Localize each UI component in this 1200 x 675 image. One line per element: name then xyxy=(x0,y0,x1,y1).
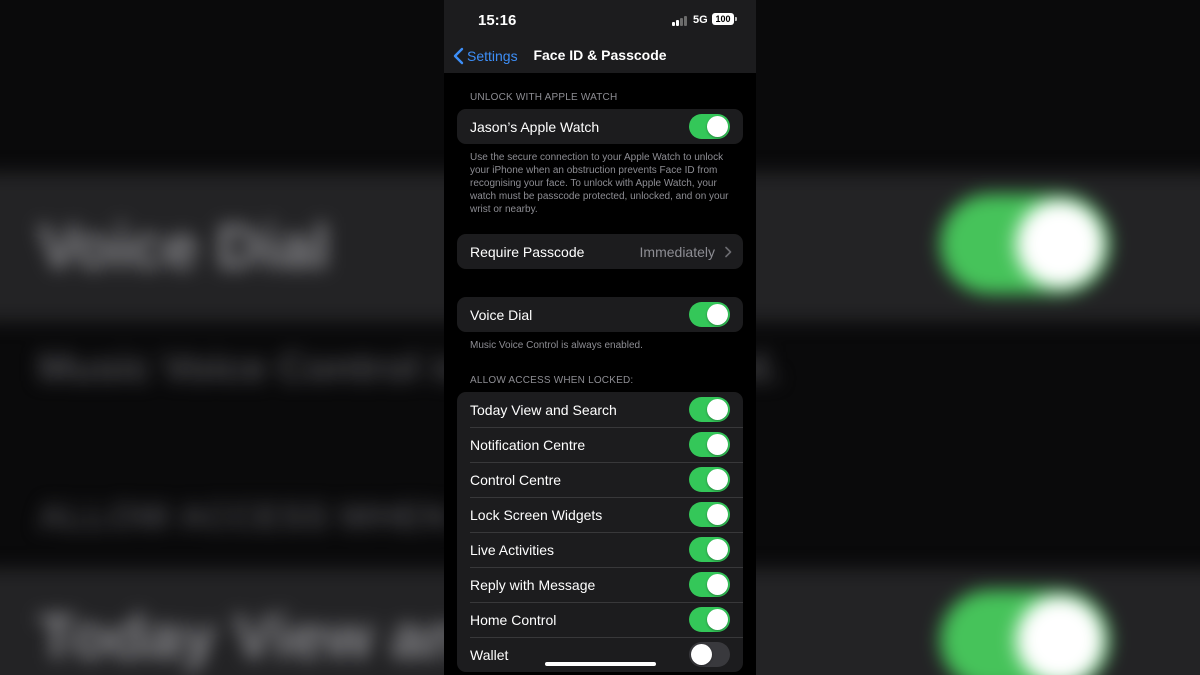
apple-watch-footer: Use the secure connection to your Apple … xyxy=(470,152,729,215)
voice-dial-toggle[interactable] xyxy=(689,302,730,327)
control-centre-label: Control Centre xyxy=(470,471,562,488)
locked-access-group: Today View and Search Notification Centr… xyxy=(457,392,743,672)
toggle-thumb xyxy=(707,116,728,137)
require-passcode-value: Immediately xyxy=(639,243,715,260)
navigation-bar: Settings Face ID & Passcode xyxy=(444,40,756,73)
voice-dial-label: Voice Dial xyxy=(470,306,533,323)
locked-access-section-header: ALLOW ACCESS WHEN LOCKED: xyxy=(470,375,634,386)
toggle-thumb xyxy=(691,644,712,665)
reply-with-message-toggle[interactable] xyxy=(689,572,730,597)
notification-centre-label: Notification Centre xyxy=(470,436,586,453)
wallet-label: Wallet xyxy=(470,646,509,663)
control-centre-toggle[interactable] xyxy=(689,467,730,492)
status-bar: 15:16 5G 100 xyxy=(444,0,756,40)
locked-access-row-lock-screen-widgets[interactable]: Lock Screen Widgets xyxy=(457,497,743,532)
voice-dial-footer: Music Voice Control is always enabled. xyxy=(470,340,643,351)
today-view-toggle[interactable] xyxy=(689,397,730,422)
chevron-right-icon xyxy=(725,246,732,258)
lock-screen-widgets-toggle[interactable] xyxy=(689,502,730,527)
live-activities-label: Live Activities xyxy=(470,541,555,558)
locked-access-row-today-view[interactable]: Today View and Search xyxy=(457,392,743,427)
voice-dial-group: Voice Dial xyxy=(457,297,743,332)
status-time: 15:16 xyxy=(478,12,517,29)
locked-access-row-control-centre[interactable]: Control Centre xyxy=(457,462,743,497)
require-passcode-row[interactable]: Require Passcode Immediately xyxy=(457,234,743,269)
toggle-thumb xyxy=(707,469,728,490)
locked-access-row-reply-with-message[interactable]: Reply with Message xyxy=(457,567,743,602)
passcode-group: Require Passcode Immediately xyxy=(457,234,743,269)
apple-watch-group: Jason’s Apple Watch xyxy=(457,109,743,144)
notification-centre-toggle[interactable] xyxy=(689,432,730,457)
live-activities-toggle[interactable] xyxy=(689,537,730,562)
locked-access-row-live-activities[interactable]: Live Activities xyxy=(457,532,743,567)
apple-watch-toggle[interactable] xyxy=(689,114,730,139)
toggle-thumb xyxy=(707,504,728,525)
lock-screen-widgets-label: Lock Screen Widgets xyxy=(470,506,603,523)
locked-access-row-wallet[interactable]: Wallet xyxy=(457,637,743,672)
home-indicator[interactable] xyxy=(545,662,656,666)
apple-watch-section-header: UNLOCK WITH APPLE WATCH xyxy=(470,92,618,103)
today-view-label: Today View and Search xyxy=(470,401,617,418)
apple-watch-label: Jason’s Apple Watch xyxy=(470,118,600,135)
toggle-thumb xyxy=(707,434,728,455)
toggle-thumb xyxy=(707,574,728,595)
bg-voice-dial-text: Voice Dial xyxy=(38,213,330,282)
locked-access-row-home-control[interactable]: Home Control xyxy=(457,602,743,637)
bg-toggle-bottom xyxy=(940,590,1110,675)
battery-tip xyxy=(735,17,737,21)
home-control-toggle[interactable] xyxy=(689,607,730,632)
page-title: Face ID & Passcode xyxy=(533,47,667,63)
toggle-thumb xyxy=(707,539,728,560)
battery-icon: 100 xyxy=(712,13,734,25)
signal-strength-icon xyxy=(672,15,688,26)
bg-toggle-top xyxy=(940,194,1110,294)
toggle-thumb xyxy=(707,399,728,420)
locked-access-row-notification-centre[interactable]: Notification Centre xyxy=(457,427,743,462)
home-control-label: Home Control xyxy=(470,611,557,628)
require-passcode-label: Require Passcode xyxy=(470,243,585,260)
apple-watch-row[interactable]: Jason’s Apple Watch xyxy=(457,109,743,144)
screenshot-stage: Voice Dial Music Voice Control is always… xyxy=(0,0,1200,675)
phone-screen: 15:16 5G 100 Settings Face ID & Passcode… xyxy=(444,0,756,675)
wallet-toggle[interactable] xyxy=(689,642,730,667)
network-type: 5G xyxy=(693,14,708,26)
reply-with-message-label: Reply with Message xyxy=(470,576,596,593)
toggle-thumb xyxy=(707,609,728,630)
voice-dial-row[interactable]: Voice Dial xyxy=(457,297,743,332)
toggle-thumb xyxy=(707,304,728,325)
